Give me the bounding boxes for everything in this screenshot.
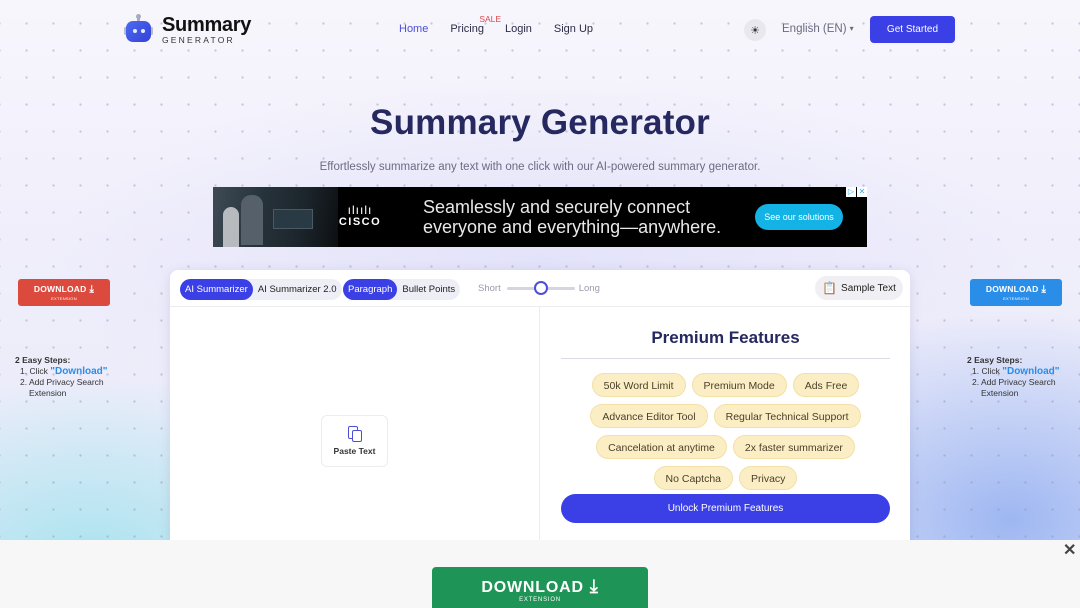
right-side-ad: DOWNLOAD ⤓ EXTENSION bbox=[970, 279, 1062, 306]
format-paragraph[interactable]: Paragraph bbox=[343, 279, 398, 300]
logo-title: Summary bbox=[162, 14, 252, 36]
sale-badge: SALE bbox=[479, 14, 502, 24]
logo[interactable]: Summary GENERATOR bbox=[124, 13, 252, 45]
premium-features-pane: Premium Features 50k Word Limit Premium M… bbox=[541, 307, 910, 550]
mode-ai-summarizer[interactable]: AI Summarizer bbox=[180, 279, 253, 300]
feature-chip: 50k Word Limit bbox=[591, 372, 686, 397]
language-label: English (EN) bbox=[782, 23, 847, 35]
mode-selector: AI Summarizer AI Summarizer 2.0 bbox=[180, 279, 342, 300]
left-download-button[interactable]: DOWNLOAD ⤓ EXTENSION bbox=[18, 279, 110, 306]
length-slider-thumb[interactable] bbox=[533, 281, 548, 295]
feature-chip: Ads Free bbox=[792, 372, 860, 397]
close-icon[interactable]: ✕ bbox=[1063, 540, 1076, 560]
ad-cta-button[interactable]: See our solutions bbox=[755, 204, 843, 230]
input-pane[interactable]: Paste Text bbox=[170, 307, 540, 550]
download-icon: ⤓ bbox=[589, 576, 599, 596]
robot-logo-icon bbox=[124, 13, 153, 44]
nav-pricing[interactable]: Pricing SALE bbox=[450, 14, 501, 35]
clipboard-sparkle-icon: 📋 bbox=[822, 281, 838, 295]
ad-close-icon[interactable]: ✕ bbox=[857, 187, 867, 197]
bottom-ad-bar: DOWNLOAD ⤓ EXTENSION bbox=[0, 540, 1080, 608]
nav-sign-up[interactable]: Sign Up bbox=[554, 23, 593, 35]
logo-subtitle: GENERATOR bbox=[162, 35, 235, 45]
main-nav: Home Pricing SALE Login Sign Up bbox=[399, 14, 615, 35]
length-slider: Short Long bbox=[478, 281, 600, 295]
feature-chip: 2x faster summarizer bbox=[732, 434, 855, 459]
feature-chip: Regular Technical Support bbox=[713, 403, 861, 428]
site-header: Summary GENERATOR Home Pricing SALE Logi… bbox=[0, 0, 1080, 60]
get-started-button[interactable]: Get Started bbox=[870, 16, 955, 43]
nav-home[interactable]: Home bbox=[399, 23, 428, 35]
summarizer-card: AI Summarizer AI Summarizer 2.0 Paragrap… bbox=[170, 270, 910, 550]
paste-text-button[interactable]: Paste Text bbox=[321, 415, 388, 467]
feature-chips: 50k Word Limit Premium Mode Ads Free Advanc… bbox=[556, 369, 895, 493]
download-icon: ⤓ bbox=[89, 284, 95, 295]
ad-banner[interactable]: ılıılı CISCO Seamlessly and securely con… bbox=[213, 187, 867, 247]
left-steps: 2 Easy Steps: 1. Click "Download" 2. Add… bbox=[15, 355, 108, 398]
feature-chip: Advance Editor Tool bbox=[590, 403, 708, 428]
paste-icon bbox=[347, 425, 363, 443]
length-slider-track[interactable] bbox=[506, 281, 575, 295]
feature-chip: Premium Mode bbox=[691, 372, 787, 397]
sample-text-label: Sample Text bbox=[841, 282, 896, 294]
ad-choices: ▷ ✕ bbox=[845, 187, 867, 197]
cisco-logo: ılıılı CISCO bbox=[338, 203, 382, 228]
feature-chip: Privacy bbox=[739, 465, 798, 490]
format-bullet-points[interactable]: Bullet Points bbox=[397, 279, 460, 300]
feature-chip: Cancelation at anytime bbox=[596, 434, 727, 459]
feature-chip: No Captcha bbox=[653, 465, 733, 490]
unlock-premium-button[interactable]: Unlock Premium Features bbox=[561, 494, 890, 523]
divider bbox=[561, 358, 890, 359]
paste-text-label: Paste Text bbox=[333, 446, 376, 456]
adchoices-icon[interactable]: ▷ bbox=[846, 187, 856, 197]
download-icon: ⤓ bbox=[1041, 284, 1047, 295]
length-short-label: Short bbox=[478, 283, 501, 294]
right-steps: 2 Easy Steps: 1. Click "Download" 2. Add… bbox=[967, 355, 1060, 398]
sample-text-button[interactable]: 📋 Sample Text bbox=[815, 276, 903, 300]
caret-down-icon: ▾ bbox=[849, 24, 854, 33]
summarizer-toolbar: AI Summarizer AI Summarizer 2.0 Paragrap… bbox=[170, 270, 910, 307]
mode-ai-summarizer-2[interactable]: AI Summarizer 2.0 bbox=[253, 279, 342, 300]
page-subtitle: Effortlessly summarize any text with one… bbox=[319, 161, 761, 173]
nav-pricing-label: Pricing bbox=[450, 23, 484, 35]
ad-photo bbox=[213, 187, 338, 247]
language-selector[interactable]: English (EN) ▾ bbox=[782, 23, 854, 35]
bottom-download-button[interactable]: DOWNLOAD ⤓ EXTENSION bbox=[432, 567, 648, 608]
left-side-ad: DOWNLOAD ⤓ EXTENSION bbox=[18, 279, 110, 306]
sun-icon: ☀ bbox=[750, 24, 760, 37]
ad-headline: Seamlessly and securely connect everyone… bbox=[423, 197, 722, 237]
premium-features-title: Premium Features bbox=[651, 328, 800, 347]
nav-login[interactable]: Login bbox=[505, 23, 532, 35]
theme-toggle-button[interactable]: ☀ bbox=[744, 19, 766, 41]
length-long-label: Long bbox=[578, 283, 600, 294]
right-download-button[interactable]: DOWNLOAD ⤓ EXTENSION bbox=[970, 279, 1062, 306]
page-title: Summary Generator bbox=[370, 103, 710, 142]
format-selector: Paragraph Bullet Points bbox=[343, 279, 461, 300]
